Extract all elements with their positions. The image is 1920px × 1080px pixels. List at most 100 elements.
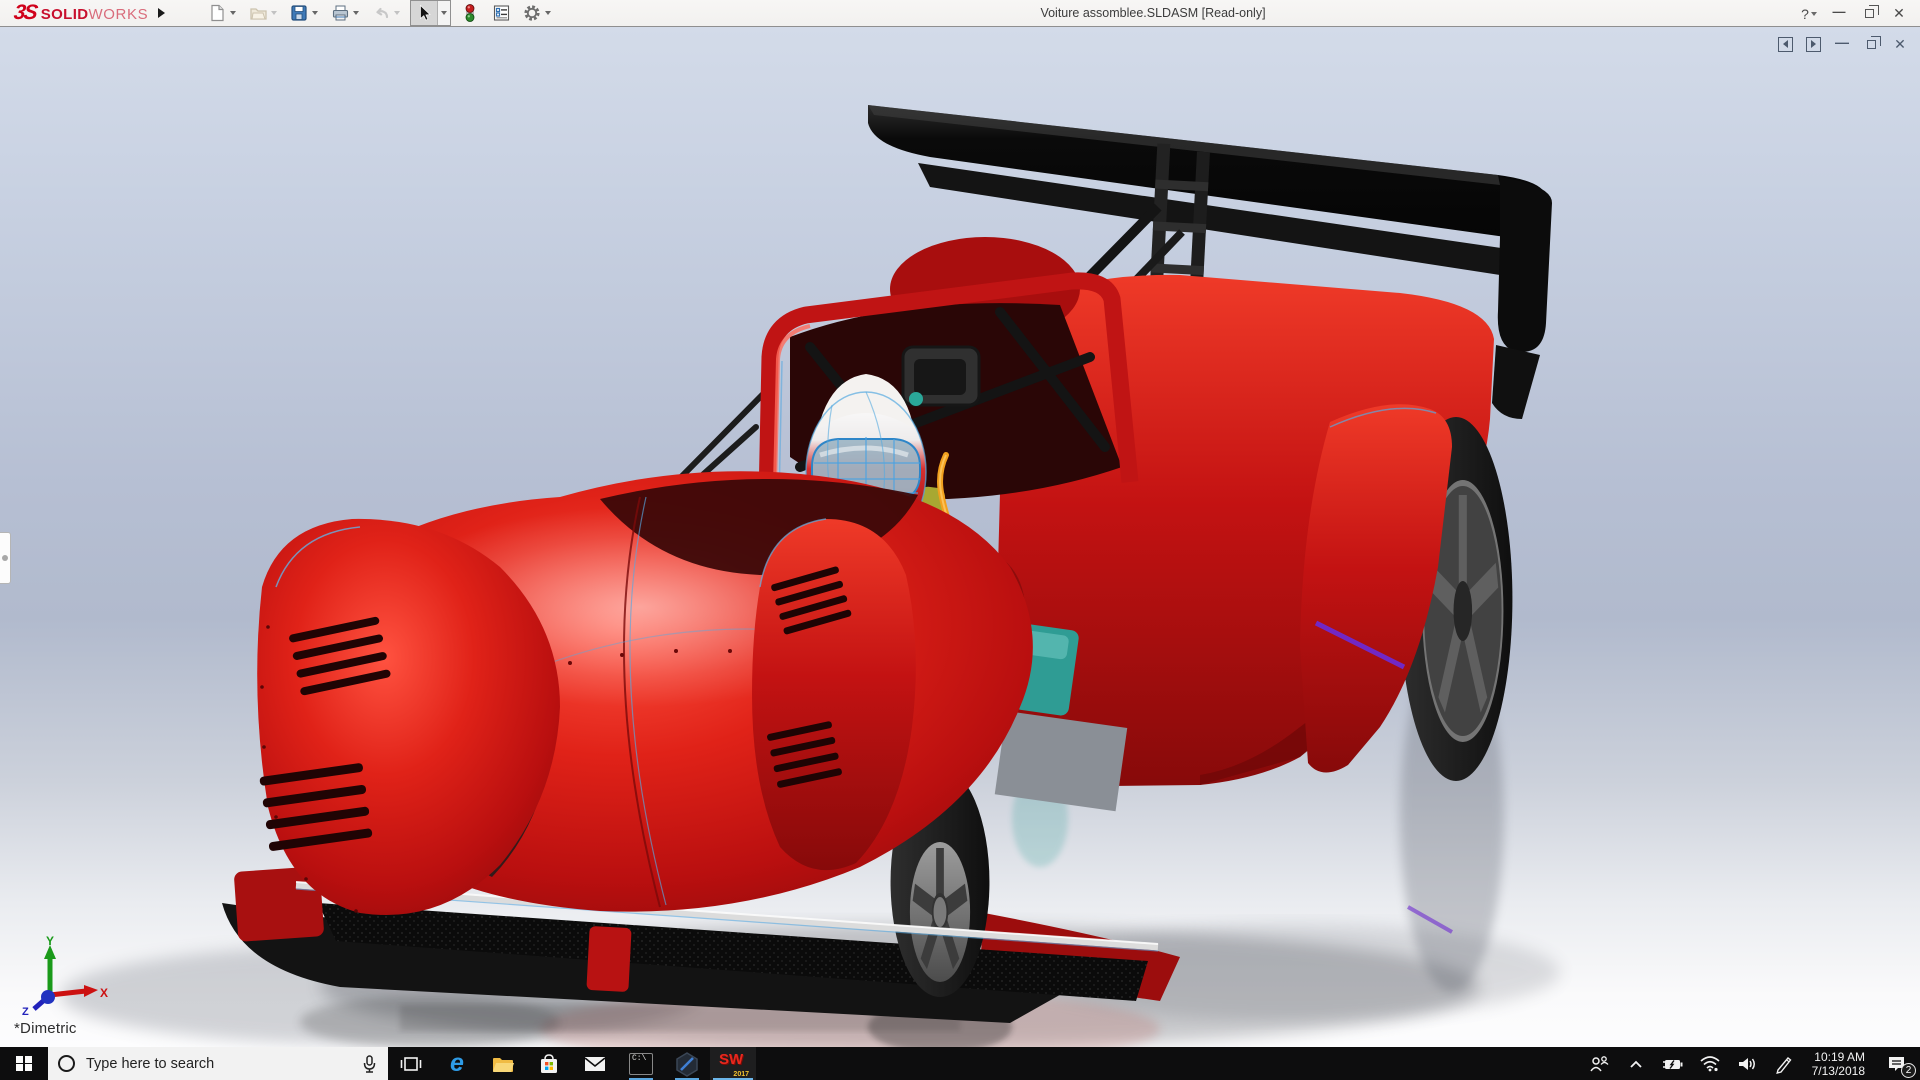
options-dropdown[interactable] xyxy=(545,11,551,15)
right-arrow-icon xyxy=(1811,40,1816,48)
new-document-dropdown[interactable] xyxy=(230,11,236,15)
undo-button[interactable] xyxy=(369,1,393,25)
open-folder-icon xyxy=(249,4,268,22)
hidden-icons-button[interactable] xyxy=(1621,1047,1651,1080)
clock-time: 10:19 AM xyxy=(1812,1050,1865,1064)
triad-z-label: Z xyxy=(22,1006,29,1017)
solidworks-logo-mark-icon: 3S xyxy=(12,1,37,25)
options-button[interactable] xyxy=(520,1,544,25)
taskbar: Type here to search e xyxy=(0,1047,1920,1080)
view-orientation-label: *Dimetric xyxy=(14,1020,77,1037)
brand-works-text: WORKS xyxy=(89,6,149,23)
taskbar-clock[interactable]: 10:19 AM 7/13/2018 xyxy=(1806,1050,1871,1078)
print-button[interactable] xyxy=(328,1,352,25)
taskbar-hexagon-app-button[interactable] xyxy=(664,1047,710,1080)
file-properties-button[interactable] xyxy=(489,1,513,25)
solidworks-2017-icon: SW 2017 xyxy=(719,1051,747,1077)
car-model-render xyxy=(0,27,1920,1047)
microphone-icon[interactable] xyxy=(360,1054,378,1074)
triad-x-label: X xyxy=(100,986,108,1000)
select-tool-dropdown[interactable] xyxy=(437,1,450,25)
undo-dropdown[interactable] xyxy=(394,11,400,15)
window-controls: ? — ✕ xyxy=(1798,0,1910,27)
sw-icon-year: 2017 xyxy=(733,1071,749,1078)
windows-logo-icon xyxy=(16,1056,32,1072)
feature-panel-collapsed-tab[interactable] xyxy=(0,532,11,584)
chevron-up-icon xyxy=(1628,1057,1644,1071)
close-button[interactable]: ✕ xyxy=(1888,3,1910,25)
new-document-button[interactable] xyxy=(205,1,229,25)
speaker-icon xyxy=(1736,1055,1758,1073)
orientation-triad: Y X Z xyxy=(16,935,116,1017)
document-window-controls: — ✕ xyxy=(1778,36,1908,52)
wifi-icon xyxy=(1699,1055,1721,1072)
command-prompt-icon: C:\ xyxy=(629,1053,653,1075)
desktop: 3S SOLIDWORKS xyxy=(0,0,1920,1080)
pen-icon xyxy=(1774,1054,1794,1074)
left-arrow-icon xyxy=(1783,40,1788,48)
battery-button[interactable] xyxy=(1658,1047,1688,1080)
select-tool-button[interactable] xyxy=(411,1,437,25)
graphics-viewport[interactable]: — ✕ Y X Z *Dimetric xyxy=(0,27,1920,1047)
taskbar-command-prompt-button[interactable]: C:\ xyxy=(618,1047,664,1080)
file-explorer-icon xyxy=(490,1052,516,1076)
restore-icon xyxy=(1865,9,1874,18)
task-view-icon xyxy=(400,1053,422,1075)
document-restore-button[interactable] xyxy=(1863,36,1879,52)
task-view-button[interactable] xyxy=(388,1047,434,1080)
open-dropdown[interactable] xyxy=(271,11,277,15)
minimize-button[interactable]: — xyxy=(1828,1,1850,23)
search-placeholder-text: Type here to search xyxy=(86,1056,349,1072)
notification-badge: 2 xyxy=(1901,1063,1916,1078)
system-tray: 10:19 AM 7/13/2018 2 xyxy=(1584,1047,1920,1080)
print-icon xyxy=(331,4,350,22)
quick-access-toolbar xyxy=(205,0,561,27)
panel-tab-dot-icon xyxy=(2,555,8,561)
taskbar-solidworks-button[interactable]: SW 2017 xyxy=(710,1047,756,1080)
volume-button[interactable] xyxy=(1732,1047,1762,1080)
open-button[interactable] xyxy=(246,1,270,25)
taskbar-store-button[interactable] xyxy=(526,1047,572,1080)
rebuild-traffic-light-icon xyxy=(463,3,477,23)
solidworks-logo: 3S SOLIDWORKS xyxy=(0,1,148,25)
clock-date: 7/13/2018 xyxy=(1812,1064,1865,1078)
new-document-icon xyxy=(208,4,226,22)
help-button[interactable]: ? xyxy=(1798,3,1820,25)
sw-icon-letters: SW xyxy=(719,1051,743,1068)
taskbar-edge-button[interactable]: e xyxy=(434,1047,480,1080)
save-dropdown[interactable] xyxy=(312,11,318,15)
document-minimize-button[interactable]: — xyxy=(1834,34,1850,50)
cortana-icon xyxy=(58,1055,75,1072)
file-properties-icon xyxy=(492,4,511,22)
help-glyph: ? xyxy=(1801,6,1809,22)
document-close-button[interactable]: ✕ xyxy=(1892,36,1908,52)
microsoft-store-icon xyxy=(537,1052,561,1076)
battery-charging-icon xyxy=(1661,1056,1685,1072)
menu-flyout-arrow-icon[interactable] xyxy=(158,8,165,18)
hexagon-app-icon xyxy=(674,1051,700,1077)
undo-icon xyxy=(372,4,391,22)
action-center-button[interactable]: 2 xyxy=(1878,1047,1916,1080)
print-dropdown[interactable] xyxy=(353,11,359,15)
windows-ink-button[interactable] xyxy=(1769,1047,1799,1080)
people-icon xyxy=(1588,1054,1610,1074)
people-button[interactable] xyxy=(1584,1047,1614,1080)
restore-button[interactable] xyxy=(1858,3,1880,25)
edge-icon: e xyxy=(450,1051,464,1076)
save-floppy-icon xyxy=(290,4,308,22)
previous-pane-button[interactable] xyxy=(1778,37,1793,52)
start-button[interactable] xyxy=(0,1047,48,1080)
rebuild-button[interactable] xyxy=(458,1,482,25)
taskbar-file-explorer-button[interactable] xyxy=(480,1047,526,1080)
select-cursor-icon xyxy=(415,4,433,22)
network-button[interactable] xyxy=(1695,1047,1725,1080)
brand-solid-text: SOLID xyxy=(41,6,89,23)
next-pane-button[interactable] xyxy=(1806,37,1821,52)
taskbar-mail-button[interactable] xyxy=(572,1047,618,1080)
help-dropdown-icon xyxy=(1811,12,1817,16)
titlebar: 3S SOLIDWORKS xyxy=(0,0,1920,27)
taskbar-search-box[interactable]: Type here to search xyxy=(48,1047,388,1080)
save-button[interactable] xyxy=(287,1,311,25)
select-tool-group xyxy=(410,0,451,26)
triad-y-label: Y xyxy=(46,935,54,948)
